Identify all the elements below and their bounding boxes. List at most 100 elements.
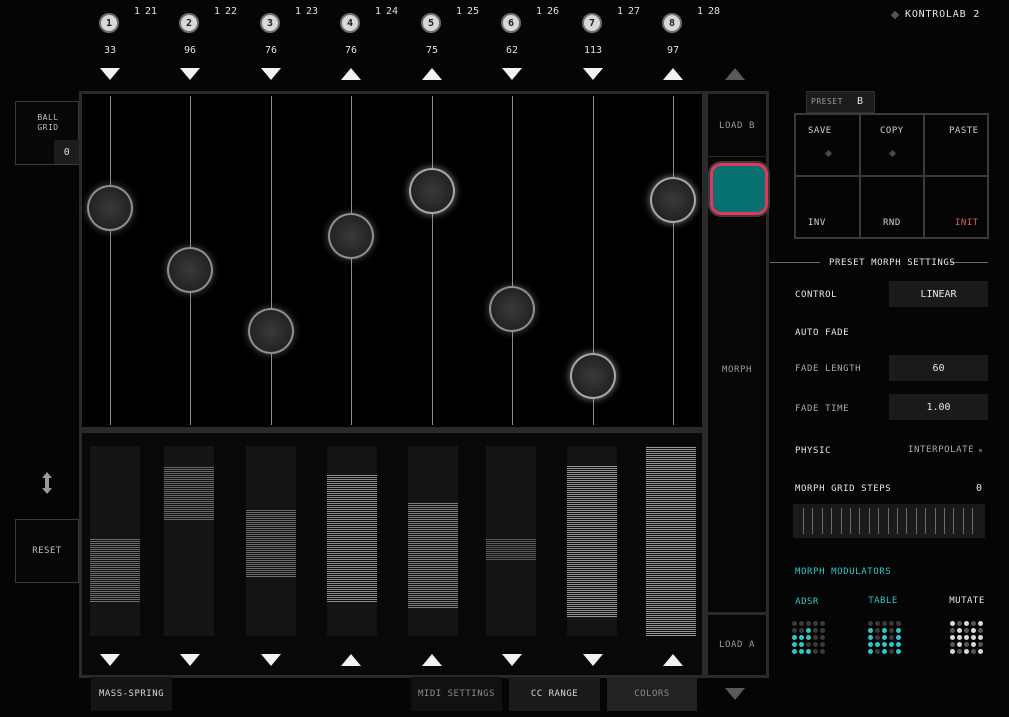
ball-4[interactable]	[328, 213, 374, 259]
channel-cc-number[interactable]: 26	[547, 6, 559, 17]
ball-8[interactable]	[650, 176, 696, 223]
channel-number-badge[interactable]: 8	[662, 13, 682, 33]
channel-cc-number[interactable]: 25	[467, 6, 479, 17]
mutate-modulator-button[interactable]	[950, 621, 983, 654]
bar-down-arrow-icon[interactable]	[502, 654, 522, 666]
ball-1[interactable]	[87, 185, 133, 231]
inv-button[interactable]: INV	[795, 176, 860, 238]
fade-length-field[interactable]: 60	[889, 355, 988, 381]
modulator-dot	[964, 635, 969, 640]
reset-button[interactable]: RESET	[15, 519, 79, 583]
modulator-dot	[882, 635, 887, 640]
ball-7[interactable]	[570, 353, 616, 399]
channel-midi-channel: 1	[134, 6, 141, 17]
fade-time-field[interactable]: 1.00	[889, 394, 988, 420]
load-b-button[interactable]: LOAD B	[708, 121, 766, 131]
morph-up-arrow-icon[interactable]	[725, 68, 745, 80]
modulator-dot	[964, 649, 969, 654]
modulator-dot	[889, 621, 894, 626]
ball-5[interactable]	[409, 168, 455, 215]
modulator-dot	[792, 642, 797, 647]
midi-settings-tab[interactable]: MIDI SETTINGS	[411, 677, 502, 711]
direction-up-arrow-icon[interactable]	[422, 68, 442, 80]
ball-grid-box[interactable]: BALL GRID 0	[15, 101, 80, 165]
bar-fill	[246, 508, 296, 578]
adsr-modulator-button[interactable]	[792, 621, 825, 654]
channel-cc-number[interactable]: 24	[386, 6, 398, 17]
direction-down-arrow-icon[interactable]	[502, 68, 522, 80]
channel-cc-number[interactable]: 27	[628, 6, 640, 17]
bar-slider-8[interactable]	[646, 446, 696, 636]
copy-button[interactable]: COPY	[860, 114, 924, 176]
ball-3[interactable]	[248, 308, 294, 355]
bar-down-arrow-icon[interactable]	[180, 654, 200, 666]
bar-slider-6[interactable]	[486, 446, 536, 636]
bar-slider-1[interactable]	[90, 446, 140, 636]
modulator-dot	[957, 635, 962, 640]
physic-label: PHYSIC	[795, 446, 832, 456]
rnd-button[interactable]: RND	[860, 176, 924, 238]
load-a-button[interactable]: LOAD A	[708, 640, 766, 650]
direction-up-arrow-icon[interactable]	[341, 68, 361, 80]
morph-down-arrow-icon[interactable]	[725, 688, 745, 700]
modulator-dot	[882, 621, 887, 626]
colors-tab[interactable]: COLORS	[607, 677, 697, 711]
channel-number-badge[interactable]: 3	[260, 13, 280, 33]
morph-divider-bottom	[708, 612, 766, 615]
modulator-dot	[813, 628, 818, 633]
bar-slider-2[interactable]	[164, 446, 214, 636]
bar-up-arrow-icon[interactable]	[422, 654, 442, 666]
ball-track-line	[432, 96, 433, 425]
grid-steps-slider[interactable]	[793, 504, 985, 538]
grid-step-tick	[812, 508, 814, 534]
init-button[interactable]: INIT	[924, 176, 988, 238]
bar-slider-5[interactable]	[408, 446, 458, 636]
channel-cc-number[interactable]: 22	[225, 6, 237, 17]
modulator-dot	[875, 642, 880, 647]
channel-cc-number[interactable]: 23	[306, 6, 318, 17]
channel-cc-number[interactable]: 28	[708, 6, 720, 17]
control-select[interactable]: LINEAR	[889, 281, 988, 307]
morph-slider-thumb[interactable]	[713, 166, 765, 212]
channel-number-badge[interactable]: 6	[501, 13, 521, 33]
ball-2[interactable]	[167, 246, 213, 293]
direction-down-arrow-icon[interactable]	[261, 68, 281, 80]
bar-fill	[486, 539, 536, 560]
table-modulator-button[interactable]	[868, 621, 901, 654]
ball-grid-area[interactable]	[79, 91, 705, 430]
channel-number-badge[interactable]: 5	[421, 13, 441, 33]
mass-spring-tab[interactable]: MASS-SPRING	[91, 677, 172, 711]
channel-cc-number[interactable]: 21	[145, 6, 157, 17]
channel-number-badge[interactable]: 1	[99, 13, 119, 33]
channel-number-badge[interactable]: 2	[179, 13, 199, 33]
direction-up-arrow-icon[interactable]	[663, 68, 683, 80]
modulator-dot	[820, 649, 825, 654]
save-button[interactable]: SAVE	[795, 114, 860, 176]
modulator-dot	[868, 621, 873, 626]
modulator-dot	[889, 628, 894, 633]
ball-6[interactable]	[489, 285, 535, 332]
channel-number-badge[interactable]: 7	[582, 13, 602, 33]
grid-step-tick	[972, 508, 974, 534]
preset-selector[interactable]: PRESET B	[806, 91, 875, 113]
bar-slider-4[interactable]	[327, 446, 377, 636]
direction-down-arrow-icon[interactable]	[180, 68, 200, 80]
bar-up-arrow-icon[interactable]	[663, 654, 683, 666]
direction-down-arrow-icon[interactable]	[583, 68, 603, 80]
resize-vertical-icon[interactable]	[40, 472, 54, 494]
cc-range-tab[interactable]: CC RANGE	[509, 677, 600, 711]
channel-midi-channel: 1	[456, 6, 463, 17]
morph-column[interactable]: LOAD B MORPH LOAD A	[705, 91, 769, 678]
bar-slider-3[interactable]	[246, 446, 296, 636]
bar-down-arrow-icon[interactable]	[583, 654, 603, 666]
ball-grid-value[interactable]: 0	[54, 140, 80, 164]
physic-select[interactable]: INTERPOLATE	[908, 445, 974, 455]
paste-button[interactable]: PASTE	[924, 114, 988, 176]
direction-down-arrow-icon[interactable]	[100, 68, 120, 80]
bar-down-arrow-icon[interactable]	[261, 654, 281, 666]
channel-number-badge[interactable]: 4	[340, 13, 360, 33]
bar-down-arrow-icon[interactable]	[100, 654, 120, 666]
modulator-dot	[882, 649, 887, 654]
bar-up-arrow-icon[interactable]	[341, 654, 361, 666]
bar-slider-7[interactable]	[567, 446, 617, 636]
